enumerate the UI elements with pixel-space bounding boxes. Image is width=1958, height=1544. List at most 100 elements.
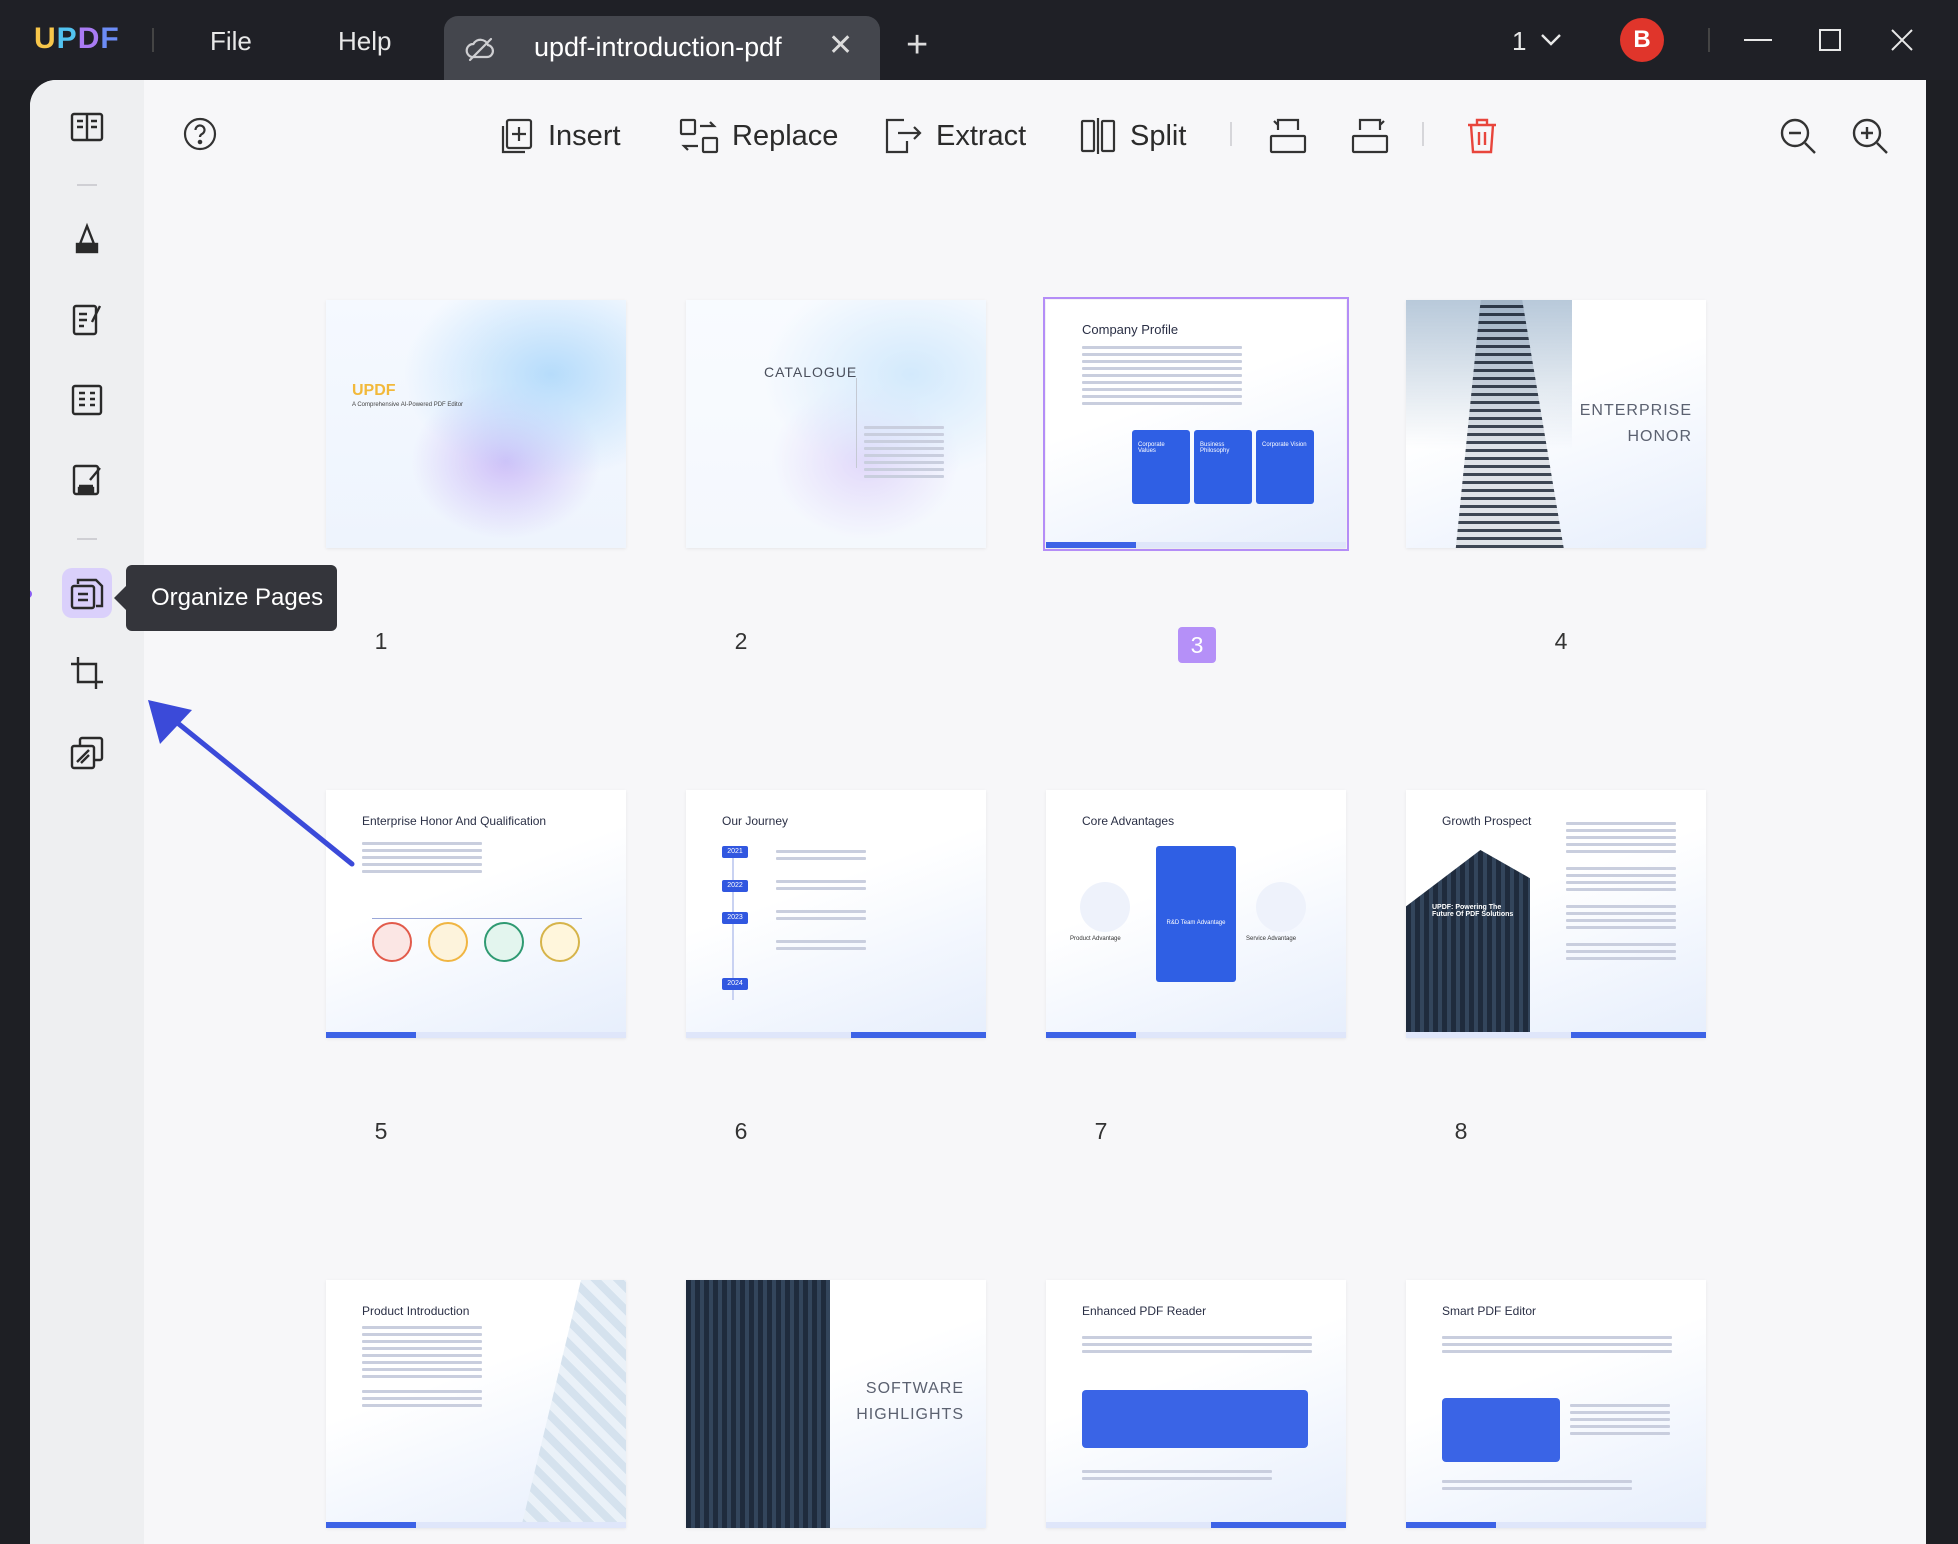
- page-number-7: 7: [1094, 1118, 1108, 1144]
- replace-button[interactable]: Replace: [678, 114, 838, 158]
- active-indicator-dot: [30, 590, 32, 598]
- page-number-3: 3: [1178, 627, 1216, 663]
- thumbnail-footer-bar: [686, 1032, 986, 1038]
- sidebar-divider: [77, 538, 97, 540]
- page-thumbnail-8[interactable]: Growth Prospect UPDF: Powering The Futur…: [1406, 790, 1706, 1038]
- maximize-icon[interactable]: [1812, 22, 1848, 58]
- zoom-out-icon[interactable]: [1776, 114, 1820, 158]
- award-badge: [484, 922, 524, 962]
- tab-title: updf-introduction-pdf: [534, 32, 782, 62]
- year-badge: 2022: [722, 880, 748, 892]
- page-thumbnail-7[interactable]: Core Advantages Product Advantage R&D Te…: [1046, 790, 1346, 1038]
- award-badge: [372, 922, 412, 962]
- organize-pages-tooltip: Organize Pages: [114, 565, 337, 631]
- page-selector-value[interactable]: 1: [1512, 26, 1526, 57]
- rotate-right-icon[interactable]: [1348, 114, 1392, 158]
- thumbnail-text-lines: [1082, 346, 1242, 409]
- split-button[interactable]: Split: [1078, 114, 1186, 158]
- sidebar-tools-button[interactable]: [62, 728, 112, 778]
- page-thumbnail-1[interactable]: UPDF A Comprehensive AI-Powered PDF Edit…: [326, 300, 626, 548]
- sky-overlay: [1406, 300, 1572, 548]
- highlighter-icon: [75, 222, 99, 254]
- thumbnail-title: Growth Prospect: [1442, 814, 1532, 828]
- thumbnail-text-lines: [362, 1326, 482, 1411]
- sidebar-organize-pages-button[interactable]: [62, 568, 112, 618]
- thumbnail-title: SOFTWARE HIGHLIGHTS: [856, 1376, 964, 1428]
- thumbnail-footer-bar: [1406, 1522, 1706, 1528]
- thumbnail-footer-bar: [1046, 1032, 1346, 1038]
- chevron-down-icon[interactable]: [1540, 28, 1562, 50]
- page-thumbnail-11[interactable]: Enhanced PDF Reader: [1046, 1280, 1346, 1528]
- user-avatar[interactable]: B: [1620, 18, 1664, 62]
- sidebar-divider: [77, 184, 97, 186]
- thumbnail-background: [686, 300, 986, 548]
- sidebar-edit-button[interactable]: [62, 294, 112, 344]
- thumbnail-title: CATALOGUE: [764, 364, 858, 380]
- organize-pages-icon: [70, 578, 104, 610]
- thumbnail-text-lines: [1442, 1480, 1632, 1494]
- catalogue-list: [864, 426, 944, 482]
- thumbnail-title: Enhanced PDF Reader: [1082, 1304, 1207, 1318]
- title-line-2: HIGHLIGHTS: [856, 1406, 964, 1423]
- page-thumbnail-6[interactable]: Our Journey 2021 2022 2023 2024: [686, 790, 986, 1038]
- crop-icon: [71, 657, 103, 689]
- thumbnail-footer-bar: [1406, 1032, 1706, 1038]
- split-icon: [1080, 118, 1116, 154]
- extract-button[interactable]: Extract: [882, 114, 1026, 158]
- page-number-6: 6: [734, 1118, 748, 1144]
- document-tab[interactable]: updf-introduction-pdf ✕: [444, 16, 880, 80]
- page-thumbnail-3[interactable]: Company Profile Corporate Values Busines…: [1043, 297, 1349, 551]
- zoom-in-icon[interactable]: [1848, 114, 1892, 158]
- menu-file[interactable]: File: [210, 26, 252, 57]
- page-thumbnail-2[interactable]: CATALOGUE: [686, 300, 986, 548]
- page-thumbnail-5[interactable]: Enterprise Honor And Qualification: [326, 790, 626, 1038]
- page-thumbnail-12[interactable]: Smart PDF Editor: [1406, 1280, 1706, 1528]
- main-area: Organize Pages Insert Replace Extract Sp…: [30, 80, 1926, 1544]
- feature-panel: [1082, 1390, 1308, 1448]
- extract-icon: [885, 118, 922, 154]
- advantage-circle: [1080, 882, 1130, 932]
- new-tab-icon[interactable]: +: [906, 26, 928, 64]
- sidebar-sign-button[interactable]: [62, 454, 112, 504]
- title-line-1: ENTERPRISE: [1579, 402, 1692, 419]
- page-thumbnail-4[interactable]: ENTERPRISE HONOR: [1406, 300, 1706, 548]
- catalogue-rule: [856, 378, 857, 468]
- minimize-icon[interactable]: [1740, 22, 1776, 58]
- close-window-icon[interactable]: [1884, 22, 1920, 58]
- help-icon[interactable]: [182, 116, 218, 152]
- insert-button[interactable]: Insert: [500, 114, 621, 158]
- thumbnail-title: Product Introduction: [362, 1304, 470, 1318]
- timeline-rule: [372, 918, 582, 919]
- thumbnail-background: [1046, 300, 1346, 548]
- thumbnail-footer-bar: [326, 1522, 626, 1528]
- award-badge: [540, 922, 580, 962]
- layers-tools-icon: [70, 736, 104, 770]
- thumbnail-title: Smart PDF Editor: [1442, 1304, 1537, 1318]
- tab-close-icon[interactable]: ✕: [828, 30, 853, 62]
- thumbnail-text-lines: [1566, 822, 1676, 964]
- delete-icon[interactable]: [1460, 114, 1504, 158]
- page-number-1: 1: [374, 628, 388, 654]
- thumbnail-logo: UPDF: [352, 382, 396, 399]
- menu-help[interactable]: Help: [338, 26, 391, 57]
- sign-icon: [72, 464, 101, 496]
- sidebar-form-button[interactable]: [62, 374, 112, 424]
- year-badge: 2023: [722, 912, 748, 924]
- rotate-left-icon[interactable]: [1266, 114, 1310, 158]
- thumbnail-text-lines: [1082, 1336, 1312, 1357]
- page-number-5: 5: [374, 1118, 388, 1144]
- thumbnail-text-lines: [776, 850, 866, 954]
- edit-pdf-icon: [72, 304, 102, 336]
- sidebar-comment-button[interactable]: [62, 214, 112, 264]
- vision-card: Corporate Vision: [1256, 430, 1314, 504]
- updf-logo[interactable]: UPDF: [34, 22, 120, 56]
- advantage-label: Service Advantage: [1246, 936, 1297, 942]
- sidebar-crop-button[interactable]: [62, 648, 112, 698]
- sidebar-reader-button[interactable]: [62, 102, 112, 152]
- page-thumbnail-10[interactable]: SOFTWARE HIGHLIGHTS: [686, 1280, 986, 1528]
- replace-label: Replace: [732, 119, 839, 152]
- page-thumbnail-9[interactable]: Product Introduction: [326, 1280, 626, 1528]
- feature-panel: [1442, 1398, 1560, 1462]
- page-number-8: 8: [1454, 1118, 1468, 1144]
- cloud-off-icon: [465, 37, 494, 62]
